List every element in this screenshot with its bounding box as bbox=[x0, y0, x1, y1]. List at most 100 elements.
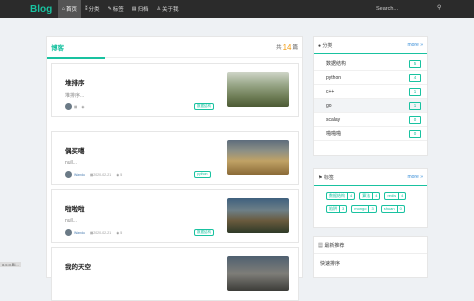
tag-chip[interactable]: mongo 3 bbox=[351, 205, 377, 213]
tag-name: 陷阱 bbox=[329, 206, 337, 211]
category-name: scalay bbox=[326, 116, 341, 123]
post-summary: null... bbox=[65, 218, 77, 224]
blog-list-panel: 博客 共 14 篇 堆排序 堆排序... ▦ ◉ 数据结构 偶买噶 null..… bbox=[46, 36, 303, 301]
post-thumbnail[interactable] bbox=[227, 256, 289, 291]
category-item[interactable]: c++ 1 bbox=[314, 85, 427, 99]
post-meta: ▦ ◉ bbox=[65, 103, 84, 110]
tag-name: redis bbox=[387, 193, 397, 198]
category-icon: ⁑ bbox=[85, 6, 88, 12]
widget-title: ● 分类 bbox=[318, 42, 333, 49]
tag-count: 4 bbox=[398, 193, 405, 199]
category-widget: ● 分类 more » 数据结构 5 python 4 c++ 1 go 1 scala… bbox=[313, 36, 428, 156]
category-item[interactable]: 数据结构 5 bbox=[314, 57, 427, 71]
recommend-title: 最新推荐 bbox=[324, 242, 345, 249]
post-thumbnail[interactable] bbox=[227, 72, 289, 107]
post-title[interactable]: 堆排序 bbox=[65, 77, 85, 87]
nav-item-about[interactable]: ♙ 关于我 bbox=[153, 0, 183, 18]
category-name: go bbox=[326, 102, 332, 109]
tag-count: 4 bbox=[372, 193, 379, 199]
post-card[interactable]: 偶买噶 null... Wandu ▦ 2020-02-21 ◉ 5 pytho… bbox=[51, 131, 299, 185]
home-icon: ⌂ bbox=[62, 6, 66, 12]
nav-item-category[interactable]: ⁑ 分类 bbox=[81, 0, 104, 18]
nav-label: 关于我 bbox=[162, 7, 179, 13]
search-icon[interactable]: ⚲ bbox=[437, 4, 441, 11]
post-summary: null... bbox=[65, 160, 77, 166]
user-icon: ♙ bbox=[156, 6, 162, 12]
category-count: 0 bbox=[409, 129, 421, 138]
tag-name: 算法 bbox=[362, 193, 371, 198]
post-card[interactable]: 堆排序 堆排序... ▦ ◉ 数据结构 bbox=[51, 63, 299, 117]
nav-label: 标签 bbox=[112, 7, 124, 13]
calendar-icon: ▦ bbox=[74, 104, 78, 109]
more-link[interactable]: more » bbox=[407, 174, 423, 180]
post-thumbnail[interactable] bbox=[227, 198, 289, 233]
category-count: 1 bbox=[409, 101, 421, 110]
logo[interactable]: Blog bbox=[30, 4, 58, 15]
category-name: c++ bbox=[326, 88, 335, 95]
tag-count: 4 bbox=[347, 193, 354, 199]
post-title[interactable]: 偶买噶 bbox=[65, 145, 85, 155]
status-hint: o.c.o.Bl... bbox=[0, 262, 21, 267]
post-tag[interactable]: 数据结构 bbox=[194, 103, 214, 110]
category-item[interactable]: go 1 bbox=[314, 99, 427, 113]
nav-item-home[interactable]: ⌂ 首页 bbox=[58, 0, 82, 18]
category-item[interactable]: scalay 0 bbox=[314, 113, 427, 127]
avatar bbox=[65, 229, 72, 236]
tag-name: 数据结构 bbox=[329, 193, 345, 198]
post-meta: Wandu ▦ 2020-02-21 ◉ 5 bbox=[65, 171, 122, 178]
count-number: 14 bbox=[282, 42, 292, 52]
tag-chip[interactable]: shuan 0 bbox=[380, 205, 405, 213]
post-thumbnail[interactable] bbox=[227, 140, 289, 175]
tag-chip[interactable]: redis 4 bbox=[384, 192, 407, 200]
post-author[interactable]: Wandu bbox=[74, 173, 85, 177]
tag-chip[interactable]: 陷阱 3 bbox=[326, 205, 348, 213]
eye-icon: ◉ bbox=[116, 230, 120, 235]
accent-underline bbox=[47, 57, 105, 59]
category-count: 5 bbox=[409, 59, 421, 68]
tag-name: shuan bbox=[383, 206, 395, 211]
post-card[interactable]: 啦啦啦 null... Wandu ▦ 2020-02-21 ◉ 5 数据结构 bbox=[51, 189, 299, 243]
widget-header: ● 分类 more » bbox=[314, 37, 427, 54]
tag-count: 3 bbox=[339, 206, 346, 212]
post-title[interactable]: 啦啦啦 bbox=[65, 203, 85, 213]
category-count: 0 bbox=[409, 115, 421, 124]
tag-chip[interactable]: 算法 4 bbox=[359, 192, 381, 200]
tag-icon: ✎ bbox=[107, 6, 112, 12]
post-meta: Wandu ▦ 2020-02-21 ◉ 5 bbox=[65, 229, 122, 236]
recommend-item[interactable]: 快速排序 bbox=[314, 254, 427, 267]
tag-count: 3 bbox=[368, 206, 375, 212]
category-name: python bbox=[326, 74, 342, 81]
widget-title: ⚑ 标签 bbox=[318, 174, 334, 181]
nav-item-tags[interactable]: ✎ 标签 bbox=[104, 0, 128, 18]
post-card[interactable]: 我的天空 bbox=[51, 247, 299, 301]
recommend-widget: ▦ 最新推荐 快速排序 bbox=[313, 236, 428, 278]
more-link[interactable]: more » bbox=[407, 42, 423, 48]
count-prefix: 共 bbox=[276, 45, 282, 51]
search-input[interactable]: Search... bbox=[376, 6, 398, 12]
post-title[interactable]: 我的天空 bbox=[65, 261, 91, 271]
avatar bbox=[65, 171, 72, 178]
nav-label: 分类 bbox=[88, 7, 100, 13]
panel-title: 博客 bbox=[51, 45, 64, 52]
category-item[interactable]: python 4 bbox=[314, 71, 427, 85]
category-count: 1 bbox=[409, 87, 421, 96]
post-author[interactable]: Wandu bbox=[74, 231, 85, 235]
eye-icon: ◉ bbox=[81, 104, 85, 109]
category-name: 数据结构 bbox=[326, 61, 347, 67]
count-suffix: 篇 bbox=[292, 45, 298, 51]
tag-chip[interactable]: 数据结构 4 bbox=[326, 192, 356, 200]
widget-header: ▦ 最新推荐 bbox=[314, 237, 427, 254]
widget-title: ▦ 最新推荐 bbox=[318, 242, 345, 249]
tag-name: mongo bbox=[354, 206, 367, 211]
category-count: 4 bbox=[409, 73, 421, 82]
post-date: 2020-02-21 bbox=[93, 172, 112, 177]
post-count: 共 14 篇 bbox=[276, 43, 298, 52]
post-tag[interactable]: 数据结构 bbox=[194, 229, 214, 236]
category-title: 分类 bbox=[322, 42, 333, 49]
nav-item-archive[interactable]: ▤ 归档 bbox=[128, 0, 153, 18]
panel-header: 博客 共 14 篇 bbox=[47, 37, 302, 58]
post-tag[interactable]: python bbox=[194, 171, 211, 178]
nav-label: 归档 bbox=[137, 7, 149, 13]
category-item[interactable]: 啪啪啪 0 bbox=[314, 127, 427, 141]
avatar bbox=[65, 103, 72, 110]
